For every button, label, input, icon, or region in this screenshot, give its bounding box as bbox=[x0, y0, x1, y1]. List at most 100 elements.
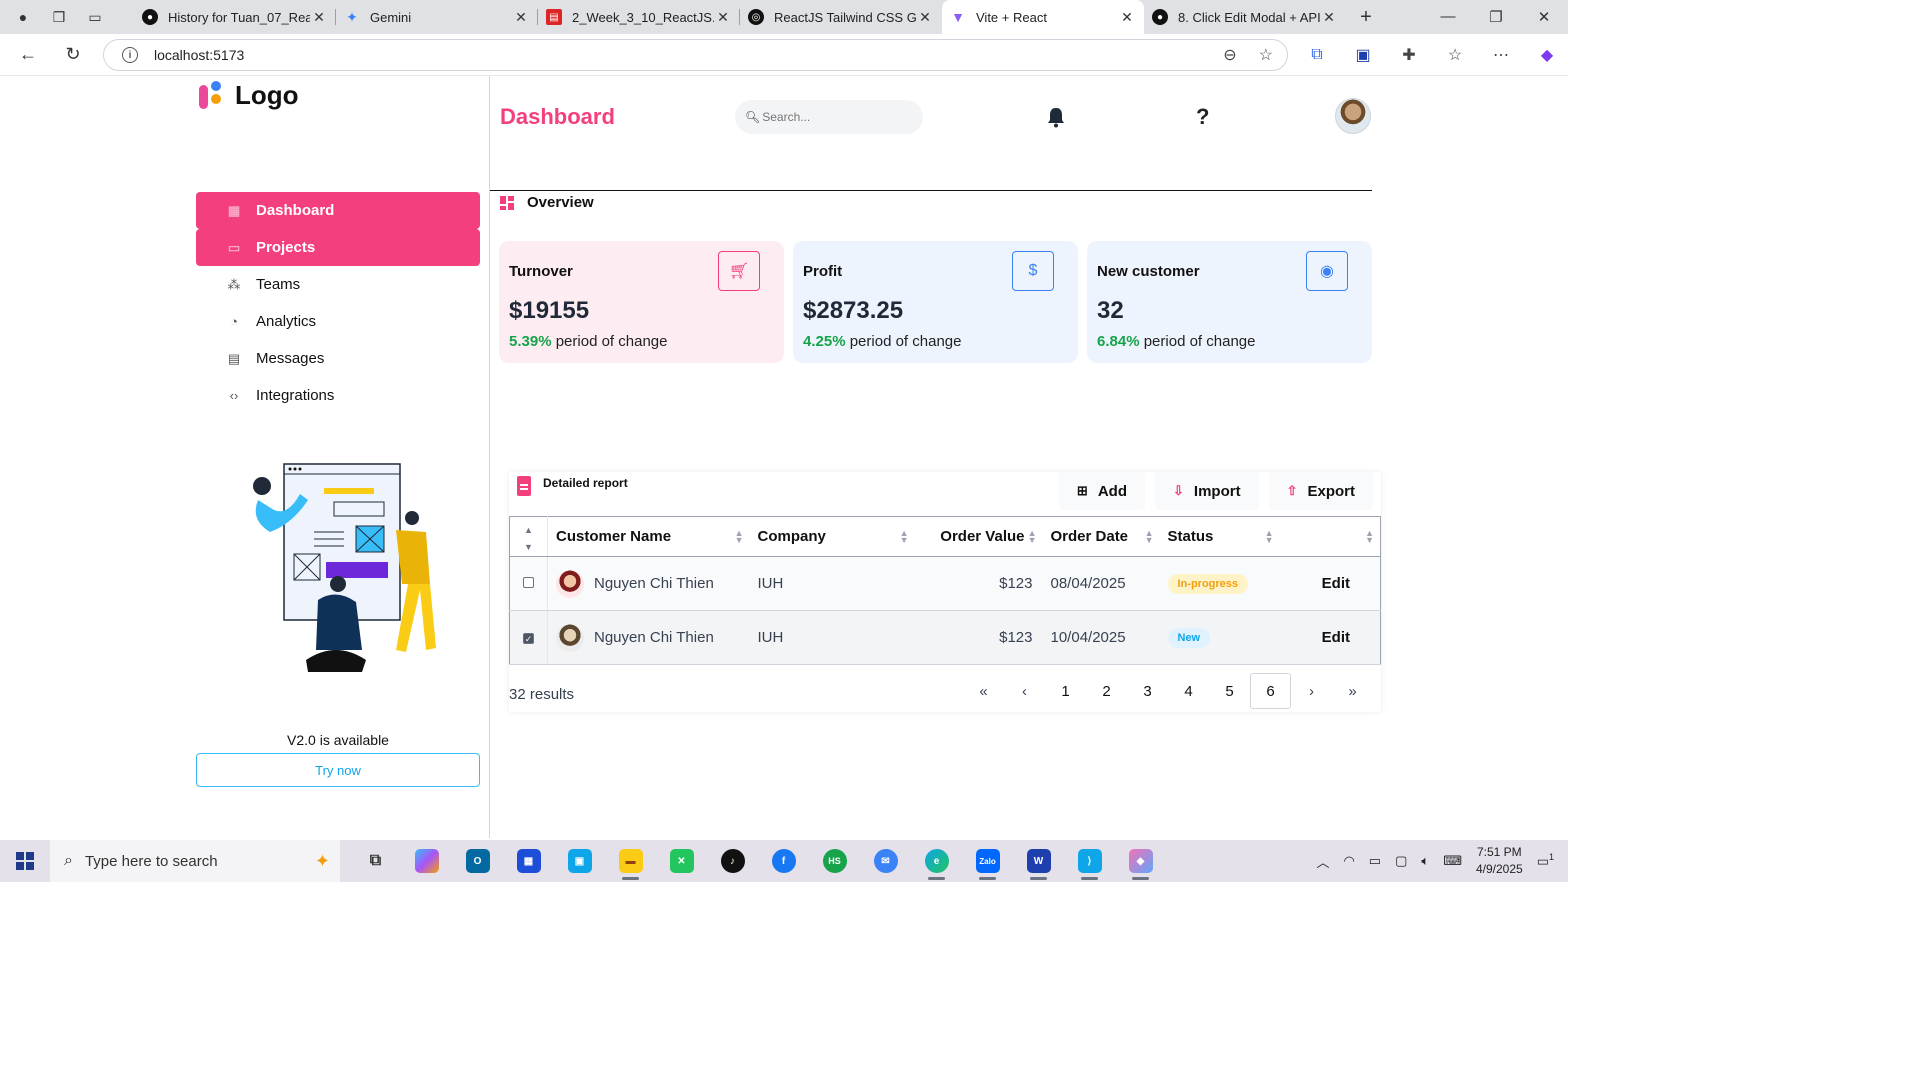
cart-icon[interactable]: 🛒︎ bbox=[718, 251, 760, 291]
import-button[interactable]: ⇩ Import bbox=[1155, 472, 1259, 510]
profile-icon[interactable]: ● bbox=[12, 6, 34, 28]
info-icon[interactable]: i bbox=[122, 47, 138, 63]
page-button[interactable]: 3 bbox=[1127, 673, 1168, 709]
reload-icon[interactable]: ↻ bbox=[59, 41, 87, 69]
avatar[interactable] bbox=[1335, 98, 1371, 134]
keyboard-icon[interactable]: ⌨ bbox=[1443, 853, 1462, 869]
minimize-icon[interactable]: — bbox=[1424, 8, 1472, 26]
url-field[interactable]: i localhost:5173 ⊖ ☆ bbox=[103, 39, 1288, 71]
search-bar[interactable]: 🔍︎ bbox=[735, 100, 923, 134]
messenger-icon[interactable]: ✉ bbox=[860, 840, 911, 882]
close-icon[interactable]: ✕ bbox=[916, 9, 934, 26]
column-header-order-date[interactable]: Order Date ▲ ▼ bbox=[1042, 516, 1160, 557]
page-next-button[interactable]: › bbox=[1291, 673, 1332, 709]
try-now-button[interactable]: Try now bbox=[196, 753, 480, 787]
row-checkbox[interactable] bbox=[523, 577, 534, 588]
translate-icon[interactable]: ⧉ bbox=[1306, 46, 1328, 64]
sidebar-item-dashboard[interactable]: ▦ Dashboard bbox=[196, 192, 480, 229]
add-button[interactable]: ⊞ Add bbox=[1058, 472, 1145, 510]
battery-icon[interactable]: ▭ bbox=[1369, 853, 1381, 869]
sidebar-item-teams[interactable]: ⁂ Teams bbox=[196, 266, 480, 303]
store-icon[interactable]: ▦ bbox=[503, 840, 554, 882]
page-button[interactable]: 5 bbox=[1209, 673, 1250, 709]
sidebar-item-integrations[interactable]: ‹› Integrations bbox=[196, 377, 480, 414]
search-input[interactable] bbox=[762, 110, 913, 124]
camera-icon[interactable]: ▢ bbox=[1395, 853, 1407, 869]
dollar-icon[interactable]: $ bbox=[1012, 251, 1054, 291]
close-icon[interactable]: ✕ bbox=[714, 9, 732, 26]
restore-icon[interactable]: ❐ bbox=[1472, 8, 1520, 26]
column-header-customer[interactable]: Customer Name ▲ ▼ bbox=[547, 516, 750, 557]
help-icon[interactable]: ? bbox=[1196, 104, 1209, 130]
page-first-button[interactable]: « bbox=[963, 673, 1004, 709]
wifi-icon[interactable]: ◠ bbox=[1343, 853, 1354, 869]
volume-icon[interactable]: 🔈︎ bbox=[1421, 853, 1429, 869]
favorite-star-icon[interactable]: ☆ bbox=[1259, 45, 1273, 65]
vscode-icon[interactable]: ⟩ bbox=[1064, 840, 1115, 882]
sidebar-item-projects[interactable]: ▭ Projects bbox=[196, 229, 480, 266]
clock[interactable]: 7:51 PM 4/9/2025 bbox=[1476, 844, 1523, 878]
start-button[interactable] bbox=[0, 852, 50, 870]
extensions-icon[interactable]: ✚ bbox=[1398, 45, 1420, 65]
sidebar-item-messages[interactable]: ▤ Messages bbox=[196, 340, 480, 377]
sidebar-item-analytics[interactable]: ◔ Analytics bbox=[196, 303, 480, 340]
browser-tab[interactable]: ✦ Gemini ✕ bbox=[336, 0, 538, 34]
facebook-icon[interactable]: f bbox=[758, 840, 809, 882]
page-prev-button[interactable]: ‹ bbox=[1004, 673, 1045, 709]
more-icon[interactable]: ⋯ bbox=[1490, 45, 1512, 65]
close-icon[interactable]: ✕ bbox=[1320, 9, 1338, 26]
page-button-current[interactable]: 6 bbox=[1250, 673, 1291, 709]
zoom-icon[interactable]: ⊖ bbox=[1223, 45, 1236, 65]
column-header-company[interactable]: Company ▲ ▼ bbox=[749, 516, 915, 557]
page-last-button[interactable]: » bbox=[1332, 673, 1373, 709]
app-icon[interactable]: ◆ bbox=[1115, 840, 1166, 882]
copilot-icon[interactable]: ◆ bbox=[1536, 45, 1558, 65]
page-button[interactable]: 4 bbox=[1168, 673, 1209, 709]
tab-actions-icon[interactable]: ▭ bbox=[84, 6, 106, 28]
extension-app-icon[interactable]: ▣ bbox=[1352, 45, 1374, 65]
new-tab-button[interactable]: + bbox=[1346, 6, 1386, 29]
table-row[interactable]: ✓ Nguyen Chi Thien IUH $123 10/04/2025 N… bbox=[509, 610, 1381, 665]
task-view-icon[interactable]: ⧉ bbox=[350, 840, 401, 882]
page-button[interactable]: 2 bbox=[1086, 673, 1127, 709]
edit-button[interactable]: Edit bbox=[1279, 610, 1381, 665]
favorites-icon[interactable]: ☆ bbox=[1444, 45, 1466, 65]
close-icon[interactable]: ✕ bbox=[310, 9, 328, 26]
logo[interactable]: Logo bbox=[197, 80, 299, 111]
column-header-order-value[interactable]: Order Value ▲ ▼ bbox=[914, 516, 1043, 557]
copilot-app-icon[interactable] bbox=[401, 840, 452, 882]
word-icon[interactable]: W bbox=[1013, 840, 1064, 882]
select-column-header[interactable]: ▲ ▼ bbox=[509, 516, 548, 557]
workspaces-icon[interactable]: ❐ bbox=[48, 6, 70, 28]
close-icon[interactable]: ✕ bbox=[512, 9, 530, 26]
zalo-icon[interactable]: Zalo bbox=[962, 840, 1013, 882]
browser-tab[interactable]: ▤ 2_Week_3_10_ReactJS.pdf ✕ bbox=[538, 0, 740, 34]
window-close-icon[interactable]: ✕ bbox=[1520, 8, 1568, 26]
row-checkbox-checked[interactable]: ✓ bbox=[523, 633, 534, 644]
bell-icon[interactable] bbox=[1046, 106, 1066, 128]
column-header-actions[interactable]: ▲ ▼ bbox=[1279, 516, 1381, 557]
page-button[interactable]: 1 bbox=[1045, 673, 1086, 709]
back-icon[interactable]: ← bbox=[14, 41, 42, 69]
notification-icon[interactable]: ▭1 bbox=[1537, 852, 1554, 869]
tool-app-icon[interactable]: ✕ bbox=[656, 840, 707, 882]
browser-tab[interactable]: ◎ ReactJS Tailwind CSS Guid ✕ bbox=[740, 0, 942, 34]
hs-app-icon[interactable]: HS bbox=[809, 840, 860, 882]
tiktok-icon[interactable]: ♪ bbox=[707, 840, 758, 882]
close-icon[interactable]: ✕ bbox=[1118, 9, 1136, 26]
taskbar-search[interactable]: ⌕ Type here to search ✦ bbox=[50, 840, 340, 882]
edge-icon[interactable]: e bbox=[911, 840, 962, 882]
browser-tab[interactable]: ● 8. Click Edit Modal + API ✕ bbox=[1144, 0, 1346, 34]
user-circle-icon[interactable]: ◉ bbox=[1306, 251, 1348, 291]
file-explorer-icon[interactable]: ▬ bbox=[605, 840, 656, 882]
table-row[interactable]: Nguyen Chi Thien IUH $123 08/04/2025 In-… bbox=[509, 556, 1381, 611]
browser-tab[interactable]: ● History for Tuan_07_React ✕ bbox=[134, 0, 336, 34]
snipping-tool-icon[interactable]: ▣ bbox=[554, 840, 605, 882]
logo-text: Logo bbox=[235, 80, 299, 110]
column-header-status[interactable]: Status ▲ ▼ bbox=[1159, 516, 1280, 557]
export-button[interactable]: ⇧ Export bbox=[1268, 472, 1373, 510]
edit-button[interactable]: Edit bbox=[1279, 556, 1381, 611]
browser-tab-active[interactable]: ▼ Vite + React ✕ bbox=[942, 0, 1144, 34]
outlook-icon[interactable]: O bbox=[452, 840, 503, 882]
chevron-up-icon[interactable]: ︿ bbox=[1316, 852, 1329, 871]
